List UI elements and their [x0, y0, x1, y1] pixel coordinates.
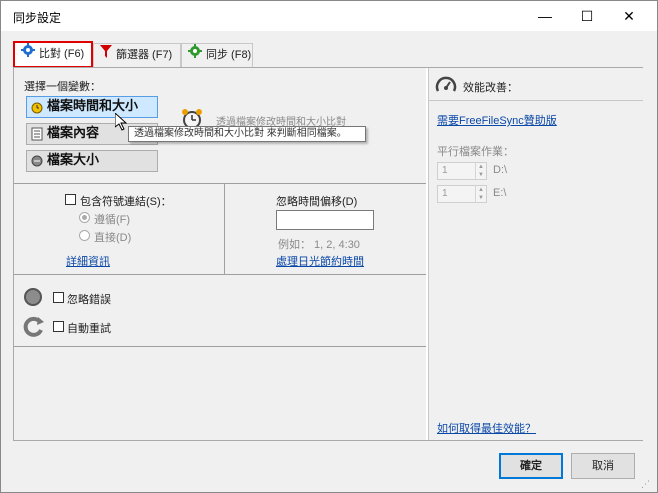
minimize-button[interactable]: —	[522, 1, 568, 31]
filter-icon	[100, 44, 112, 66]
mouse-cursor-icon	[114, 111, 128, 134]
variant-prompt: 選擇一個變數：	[24, 81, 101, 93]
variant-content-label: 檔案內容	[47, 126, 100, 141]
parallel-ops-label: 平行檔案作業：	[437, 146, 514, 158]
variant-time-size-button[interactable]: 檔案時間和大小	[26, 96, 158, 118]
time-shift-example: 例如： 1, 2, 4:30	[278, 239, 360, 251]
retry-icon	[23, 316, 45, 341]
maximize-button[interactable]: ☐	[564, 1, 610, 31]
parallel-ops-path-d: D:\	[493, 164, 508, 176]
variant-size-label: 檔案大小	[47, 153, 100, 168]
donation-link[interactable]: 需要FreeFileSync贊助版	[437, 112, 557, 128]
divider	[14, 346, 426, 347]
ignore-errors-checkbox[interactable]	[53, 292, 64, 303]
tab-compare-label: 比對 (F6)	[39, 48, 85, 60]
symlink-direct-radio[interactable]	[79, 230, 90, 241]
file-content-icon	[31, 127, 43, 141]
dst-link[interactable]: 處理日光節約時間	[276, 253, 364, 269]
cancel-button[interactable]: 取消	[571, 453, 635, 479]
variant-size-button[interactable]: 檔案大小	[26, 150, 158, 172]
sync-gear-icon	[188, 44, 202, 66]
symlink-follow-radio[interactable]	[79, 212, 90, 223]
tab-filter-label: 篩選器 (F7)	[116, 49, 173, 61]
speedometer-icon	[435, 75, 457, 98]
time-shift-input[interactable]	[276, 210, 374, 230]
stepper-arrows-icon[interactable]: ▲ ▼	[475, 186, 486, 202]
parallel-ops-stepper-d[interactable]: 1 ▲ ▼	[437, 162, 487, 180]
parallel-ops-value-e: 1	[442, 188, 448, 199]
ignore-errors-label: 忽略錯誤	[67, 294, 111, 306]
sync-settings-dialog: 同步設定 — ☐ ✕ 比對 (F6) 篩選器 (F7) 同步 (F8) 選擇一個…	[0, 0, 658, 493]
performance-title: 效能改善：	[463, 82, 518, 94]
ok-button[interactable]: 確定	[499, 453, 563, 479]
gear-icon	[21, 43, 35, 65]
clock-icon	[31, 100, 43, 114]
time-shift-label: 忽略時間偏移(D)	[276, 196, 358, 208]
symlink-direct-label: 直接(D)	[94, 232, 132, 244]
variant-tooltip: 透過檔案修改時間和大小比對 來判斷相同檔案。	[128, 126, 366, 142]
symlink-follow-label: 遵循(F)	[94, 214, 131, 226]
variant-tooltip-text: 透過檔案修改時間和大小比對 來判斷相同檔案。	[134, 128, 347, 139]
divider-vertical	[224, 184, 225, 274]
details-link[interactable]: 詳細資訊	[66, 253, 110, 269]
divider	[14, 183, 426, 184]
divider	[429, 100, 643, 101]
title-bar: 同步設定 — ☐ ✕	[1, 1, 657, 31]
window-title: 同步設定	[13, 11, 62, 25]
ignore-errors-icon	[24, 288, 42, 306]
parallel-ops-stepper-e[interactable]: 1 ▲ ▼	[437, 185, 487, 203]
size-icon	[31, 154, 43, 168]
auto-retry-label: 自動重試	[67, 323, 111, 335]
stepper-arrows-icon[interactable]: ▲ ▼	[475, 163, 486, 179]
tab-sync-label: 同步 (F8)	[206, 49, 252, 61]
symlinks-checkbox[interactable]	[65, 194, 76, 205]
divider	[14, 274, 426, 275]
resize-grip-icon[interactable]: ⋰	[641, 479, 650, 490]
tab-compare[interactable]: 比對 (F6)	[13, 41, 93, 68]
close-button[interactable]: ✕	[606, 1, 652, 31]
parallel-ops-path-e: E:\	[493, 187, 507, 199]
performance-pane: 效能改善： 需要FreeFileSync贊助版 平行檔案作業： 1 ▲ ▼ D:\…	[428, 68, 643, 440]
tab-filter[interactable]: 篩選器 (F7)	[93, 43, 181, 67]
tab-sync[interactable]: 同步 (F8)	[181, 43, 253, 67]
variant-time-size-label: 檔案時間和大小	[47, 99, 139, 114]
parallel-ops-value-d: 1	[442, 165, 448, 176]
auto-retry-checkbox[interactable]	[53, 321, 64, 332]
symlinks-label: 包含符號連結(S)：	[80, 196, 172, 208]
best-performance-link[interactable]: 如何取得最佳效能？	[437, 420, 536, 436]
compare-options-pane: 選擇一個變數： 檔案時間和大小 檔案內容 檔案大小 透過檔案修改時間和大小比對	[14, 68, 426, 440]
compare-panel: 選擇一個變數： 檔案時間和大小 檔案內容 檔案大小 透過檔案修改時間和大小比對	[13, 67, 643, 441]
